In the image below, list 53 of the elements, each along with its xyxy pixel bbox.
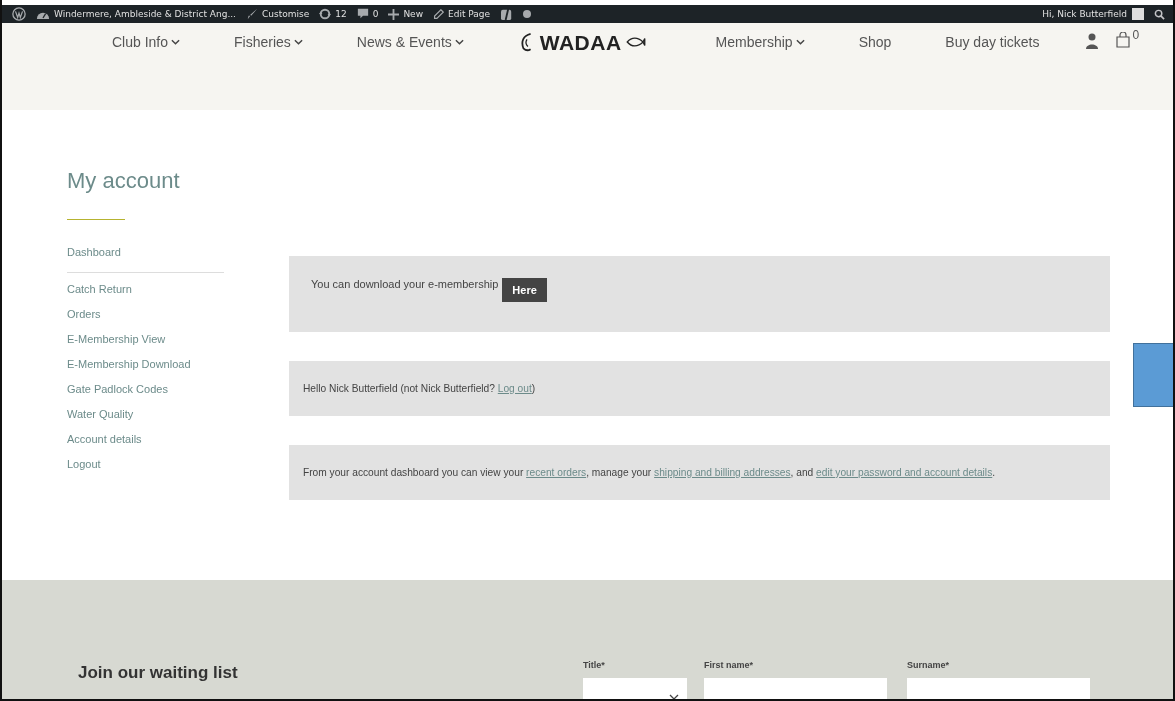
chevron-down-icon[interactable] bbox=[293, 39, 303, 45]
account-menu-link[interactable]: Gate Padlock Codes bbox=[67, 377, 224, 402]
greeting-link[interactable]: Hi, Nick Butterfield bbox=[1042, 9, 1127, 19]
account-menu-link[interactable]: Logout bbox=[67, 452, 224, 477]
nav-link[interactable]: News & Events bbox=[356, 31, 464, 50]
site-title[interactable]: Windermere, Ambleside & District Ang... bbox=[54, 9, 236, 19]
updates-link[interactable]: 12 bbox=[335, 9, 347, 19]
notice-text: Hello Nick Butterfield (not Nick Butterfield? Log out) bbox=[303, 383, 536, 394]
bag-icon[interactable] bbox=[1115, 32, 1130, 48]
account-menu-link[interactable]: Water Quality bbox=[67, 402, 224, 427]
notice-text: You can download your e-membership bbox=[311, 278, 499, 290]
chevron-down-icon[interactable] bbox=[795, 39, 805, 45]
footer-heading: Join our waiting list bbox=[78, 663, 239, 684]
customise-link[interactable]: Customise bbox=[261, 9, 310, 19]
wordpress-logo-icon[interactable] bbox=[12, 7, 26, 21]
refresh-icon[interactable] bbox=[319, 8, 332, 20]
overlay-rectangle bbox=[1133, 343, 1173, 407]
comment-icon[interactable] bbox=[356, 8, 369, 20]
accent-rule bbox=[67, 219, 125, 220]
account-menu-link[interactable]: Account details bbox=[67, 427, 224, 452]
nav-link[interactable]: Fisheries bbox=[234, 31, 303, 50]
select-field[interactable] bbox=[583, 678, 687, 699]
account-menu-link[interactable]: E-Membership View bbox=[67, 327, 224, 352]
search-icon[interactable] bbox=[1154, 8, 1165, 20]
nav-link[interactable]: Membership bbox=[715, 31, 805, 50]
field-label: First name* bbox=[704, 660, 755, 670]
page-title: My account bbox=[67, 168, 181, 194]
nav-link[interactable]: Club Info bbox=[112, 31, 181, 50]
chevron-down-icon[interactable] bbox=[454, 39, 464, 45]
brush-icon[interactable] bbox=[245, 8, 258, 20]
account-menu-link[interactable]: Catch Return bbox=[67, 277, 224, 302]
account-menu-link[interactable]: E-Membership Download bbox=[67, 352, 224, 377]
status-dot-icon bbox=[523, 10, 532, 18]
cart-count: 0 bbox=[1132, 28, 1140, 42]
notice-text: From your account dashboard you can view your recent orders, manage your shipping and billing addresses, and edit your password and account details. bbox=[303, 467, 996, 478]
user-icon[interactable] bbox=[1085, 33, 1098, 49]
nav-link[interactable]: Buy day tickets bbox=[945, 31, 1040, 50]
input-field[interactable] bbox=[704, 678, 887, 699]
field-label: Title* bbox=[583, 660, 606, 670]
chevron-down-icon[interactable] bbox=[171, 39, 181, 45]
edit-link[interactable]: Edit Page bbox=[448, 9, 491, 19]
account-menu-link[interactable]: Orders bbox=[67, 302, 224, 327]
account-menu-link[interactable]: Dashboard bbox=[67, 240, 224, 273]
pencil-icon[interactable] bbox=[433, 8, 444, 20]
new-link[interactable]: New bbox=[403, 9, 423, 19]
plus-icon[interactable] bbox=[388, 8, 400, 20]
input-field[interactable] bbox=[907, 678, 1090, 699]
logo-text: WADAA bbox=[539, 31, 622, 55]
nav-link[interactable]: Shop bbox=[858, 31, 892, 50]
chevron-down-icon[interactable] bbox=[669, 694, 679, 699]
field-label: Surname* bbox=[907, 660, 951, 670]
comments-link[interactable]: 0 bbox=[372, 9, 379, 19]
download-button[interactable]: Here bbox=[502, 278, 547, 302]
